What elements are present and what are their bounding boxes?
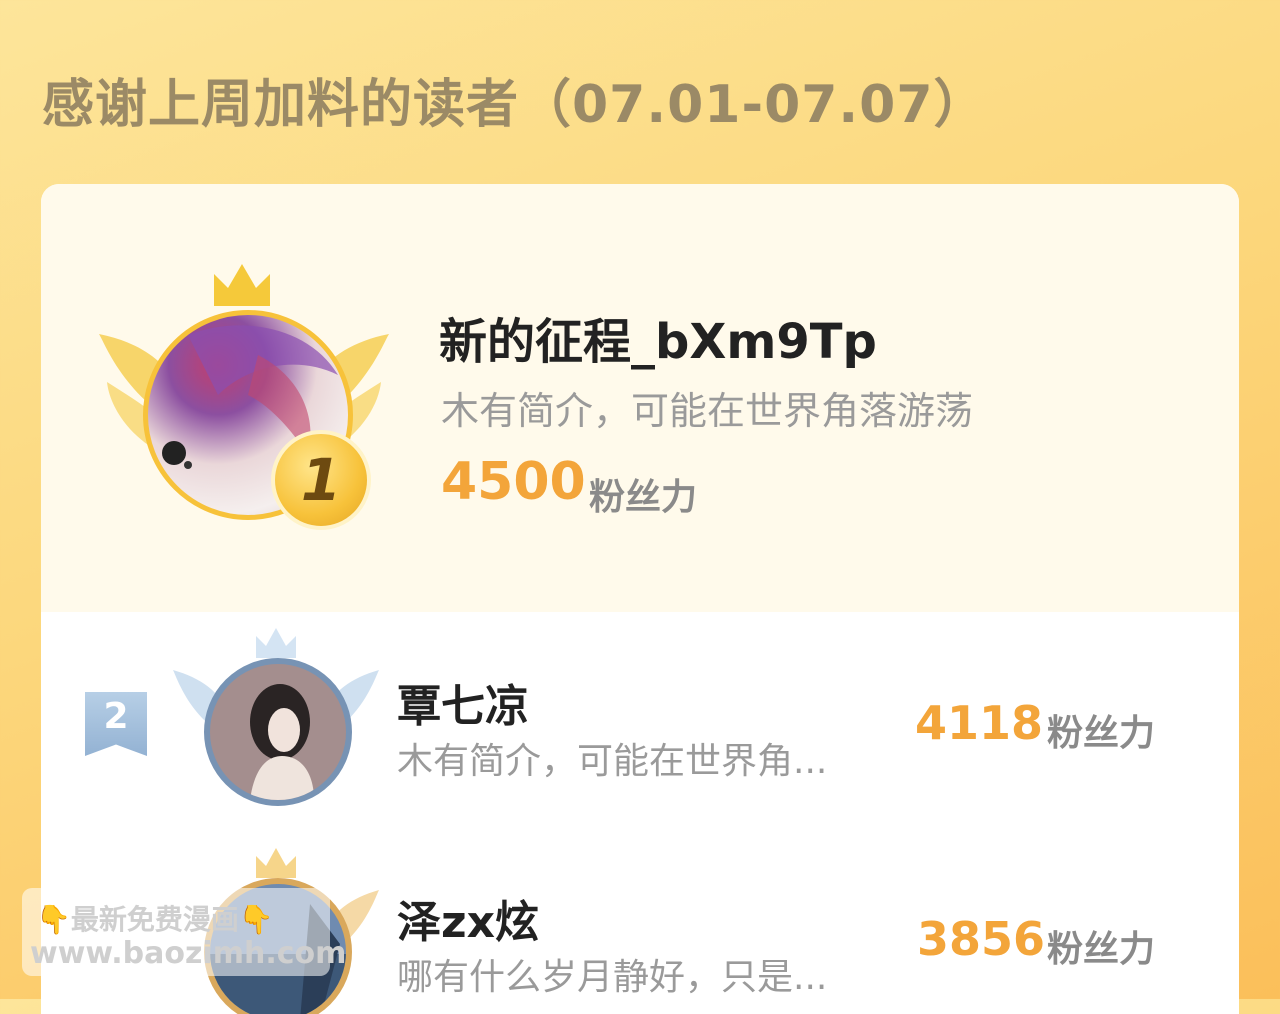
rank-2-avatar-frame[interactable] — [171, 626, 381, 806]
reader-3-score-unit: 粉丝力 — [1047, 929, 1156, 970]
reader-3-bio: 哪有什么岁月静好，只是... — [397, 957, 828, 998]
reader-1-score-unit: 粉丝力 — [589, 477, 698, 518]
rank-1-medal: 1 — [271, 430, 371, 530]
watermark: 👇最新免费漫画👇 www.baozimh.com — [22, 888, 346, 976]
reader-2-bio: 木有简介，可能在世界角... — [397, 741, 828, 782]
watermark-line1: 👇最新免费漫画👇 — [36, 903, 274, 936]
rank-1-avatar-frame[interactable]: 1 — [99, 262, 389, 532]
reader-row[interactable]: 2 覃七凉 木有简介，可能在世界角... 4118 粉丝力 — [41, 612, 1239, 832]
reader-3-score: 3856 — [917, 912, 1046, 966]
reader-1-score: 4500 — [441, 452, 586, 512]
gold-crown-icon — [214, 264, 270, 306]
silver-crown-icon — [256, 628, 296, 658]
reader-1-bio: 木有简介，可能在世界角落游荡 — [441, 389, 974, 433]
page-title: 感谢上周加料的读者（07.01-07.07） — [42, 75, 987, 135]
reader-2-score-unit: 粉丝力 — [1047, 713, 1156, 754]
avatar[interactable] — [204, 658, 352, 806]
reader-2-score: 4118 — [915, 696, 1044, 750]
reader-2-name[interactable]: 覃七凉 — [397, 670, 529, 734]
reader-1-name[interactable]: 新的征程_bXm9Tp — [439, 302, 877, 372]
avatar-art — [250, 684, 314, 800]
rank-2-ribbon: 2 — [85, 692, 147, 756]
bronze-crown-icon — [256, 848, 296, 878]
top-reader-section[interactable]: 1 新的征程_bXm9Tp 木有简介，可能在世界角落游荡 4500 粉丝力 — [41, 184, 1239, 612]
reader-3-name[interactable]: 泽zx炫 — [397, 886, 539, 950]
watermark-line2: www.baozimh.com — [30, 936, 347, 971]
